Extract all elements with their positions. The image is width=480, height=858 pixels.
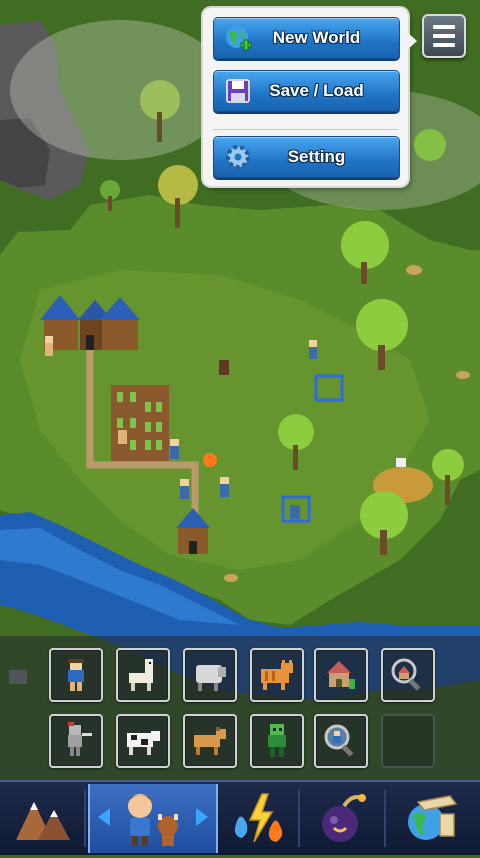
zombie-icon xyxy=(268,724,286,757)
tool-cow-button[interactable] xyxy=(116,714,170,768)
cow-icon xyxy=(127,731,160,755)
mountains-icon xyxy=(16,802,70,840)
new-world-button[interactable]: New World xyxy=(213,17,400,59)
tab-creatures[interactable] xyxy=(88,784,218,853)
tab-divider xyxy=(298,790,300,847)
new-world-label: New World xyxy=(272,28,361,47)
hamburger-line xyxy=(433,43,455,47)
tool-inspect-creature-button[interactable] xyxy=(314,714,368,768)
tab-divider xyxy=(84,790,86,847)
setting-label: Setting xyxy=(287,147,346,166)
previous-arrow-icon[interactable] xyxy=(98,808,110,826)
magnifier-house-icon xyxy=(391,658,421,691)
hamburger-menu-button[interactable] xyxy=(422,14,466,58)
globe-plus-icon xyxy=(226,26,252,51)
hamburger-line xyxy=(433,34,455,38)
hamburger-line xyxy=(433,25,455,29)
globe-scroll-icon xyxy=(408,795,458,840)
tool-sheep-button[interactable] xyxy=(183,648,237,702)
tool-empty-slot xyxy=(381,714,435,768)
creature-tool-panel xyxy=(0,636,480,780)
menu-divider xyxy=(213,129,398,130)
floppy-disk-icon xyxy=(226,79,250,103)
tool-cat-button[interactable] xyxy=(250,648,304,702)
campfire xyxy=(203,453,217,467)
dog-icon xyxy=(194,727,226,755)
setting-button[interactable]: Setting xyxy=(213,136,400,178)
white-cat xyxy=(396,458,406,467)
tool-human-button[interactable] xyxy=(49,648,103,702)
bomb-icon xyxy=(322,794,366,842)
save-load-label: Save / Load xyxy=(269,81,364,100)
tool-zombie-button[interactable] xyxy=(250,714,304,768)
magnifier-human-icon xyxy=(324,724,354,757)
tool-inspect-house-button[interactable] xyxy=(381,648,435,702)
tool-dog-button[interactable] xyxy=(183,714,237,768)
tab-powers[interactable] xyxy=(218,784,300,853)
bottom-tab-bar xyxy=(0,780,480,855)
tab-bombs[interactable] xyxy=(304,784,386,853)
human-icon xyxy=(68,659,84,691)
next-arrow-icon[interactable] xyxy=(196,808,208,826)
gear-icon xyxy=(226,145,250,169)
tool-llama-button[interactable] xyxy=(116,648,170,702)
main-menu-popup: New World Save / Load Setting xyxy=(203,8,417,186)
tab-world[interactable] xyxy=(390,784,478,853)
fog-cloud xyxy=(10,20,230,160)
tool-knight-button[interactable] xyxy=(49,714,103,768)
tab-divider xyxy=(384,790,386,847)
sheep-icon xyxy=(196,665,226,691)
house-icon xyxy=(327,661,355,689)
knight-icon xyxy=(68,722,92,756)
lightning-fire-water-icon xyxy=(234,793,283,843)
tab-terrain[interactable] xyxy=(4,784,86,853)
tool-house-button[interactable] xyxy=(314,648,368,702)
save-load-button[interactable]: Save / Load xyxy=(213,70,400,112)
llama-icon xyxy=(129,659,153,691)
cat-icon xyxy=(261,660,293,690)
